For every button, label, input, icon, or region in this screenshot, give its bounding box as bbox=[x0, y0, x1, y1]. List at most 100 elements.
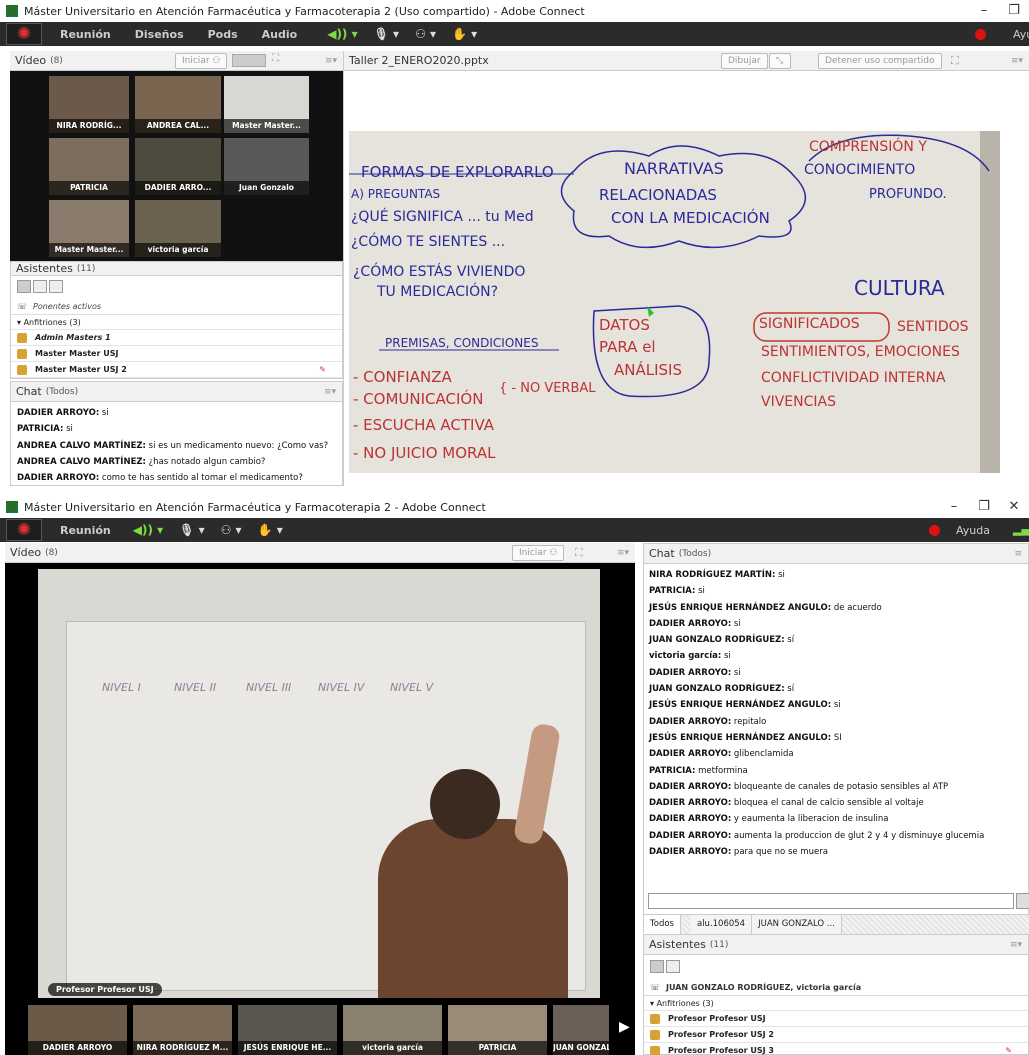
video-thumbnail[interactable]: victoria garcía bbox=[343, 1005, 442, 1055]
connect-logo-icon[interactable]: ✺ bbox=[6, 23, 42, 45]
microphone-icon[interactable]: 🎙 ▾ bbox=[179, 523, 204, 537]
chat-message: DADIER ARROYO: glibenclamida bbox=[649, 749, 794, 760]
list-view-icon[interactable] bbox=[17, 280, 31, 293]
grid-view-icon[interactable] bbox=[33, 280, 47, 293]
edit-icon[interactable]: ✎ bbox=[319, 365, 326, 374]
hosts-group-header[interactable]: ▾ Anfitriones (3) bbox=[11, 314, 342, 330]
tab-private-chat[interactable]: alu.106054 bbox=[690, 915, 753, 934]
attendee-row[interactable]: Admin Masters 1 bbox=[11, 330, 342, 346]
menu-audio[interactable]: Audio bbox=[262, 28, 298, 41]
menu-meeting[interactable]: Reunión bbox=[60, 524, 111, 537]
restore-icon[interactable]: ❐ bbox=[999, 0, 1029, 22]
video-tile[interactable]: ANDREA CAL... bbox=[135, 76, 221, 133]
hosts-group-header[interactable]: ▾ Anfitriones (3) bbox=[644, 995, 1028, 1011]
adobe-connect-icon bbox=[6, 501, 18, 513]
attendee-row[interactable]: Profesor Profesor USJ bbox=[644, 1011, 1028, 1027]
video-thumbnail[interactable]: DADIER ARROYO bbox=[28, 1005, 127, 1055]
video-tile[interactable]: Juan Gonzalo bbox=[224, 138, 309, 195]
pod-menu-icon[interactable]: ≡ bbox=[1014, 549, 1022, 559]
recording-indicator-icon[interactable] bbox=[929, 525, 940, 536]
menu-meeting[interactable]: Reunión bbox=[60, 28, 111, 41]
top-attendees-pod: Asistentes (11) ☏ Ponentes activos ▾ Anfi… bbox=[10, 261, 343, 379]
board-text: ANÁLISIS bbox=[614, 361, 682, 379]
board-text: VIVENCIAS bbox=[761, 394, 836, 410]
pod-menu-icon[interactable]: ≡▾ bbox=[325, 56, 337, 66]
webcam-icon[interactable]: ⚇ ▾ bbox=[415, 27, 436, 41]
raise-hand-icon[interactable]: ✋ ▾ bbox=[258, 523, 283, 537]
start-webcam-button[interactable]: Iniciar ⚇ bbox=[175, 53, 228, 69]
attendee-row[interactable]: Profesor Profesor USJ 3 ✎ bbox=[644, 1043, 1028, 1055]
help-menu[interactable]: Ayu bbox=[1013, 28, 1029, 41]
send-message-icon[interactable] bbox=[1016, 893, 1029, 909]
bottom-attendees-pod: Asistentes (11) ≡▾ ☏ JUAN GONZALO RODRÍGU… bbox=[643, 934, 1029, 1055]
pod-menu-icon[interactable]: ≡▾ bbox=[617, 548, 629, 558]
attendees-pod-header: Asistentes (11) bbox=[11, 262, 342, 276]
chat-message: JESÚS ENRIQUE HERNÁNDEZ ANGULO: de acuer… bbox=[649, 602, 882, 613]
webcam-icon[interactable]: ⚇ ▾ bbox=[221, 523, 242, 537]
chat-input[interactable] bbox=[648, 893, 1014, 909]
video-count: (8) bbox=[45, 547, 58, 558]
speaker-icon[interactable]: ◀)) ▾ bbox=[133, 523, 163, 537]
sort-icon[interactable] bbox=[49, 280, 63, 293]
fullscreen-icon[interactable]: ⛶ bbox=[272, 53, 279, 64]
microphone-icon[interactable]: 🎙 ▾ bbox=[374, 27, 399, 41]
next-thumbnails-icon[interactable]: ▶ bbox=[619, 1019, 630, 1035]
video-tile[interactable]: victoria garcía bbox=[135, 200, 221, 257]
video-tile[interactable]: PATRICIA bbox=[49, 138, 129, 195]
bottom-titlebar: Máster Universitario en Atención Farmacé… bbox=[0, 496, 1029, 518]
video-thumbnail[interactable]: JESÚS ENRIQUE HE... bbox=[238, 1005, 337, 1055]
pointer-icon[interactable]: ⤡ bbox=[769, 53, 791, 69]
video-tile[interactable]: NIRA RODRÍG... bbox=[49, 76, 129, 133]
chat-message: DADIER ARROYO: bloqueante de canales de … bbox=[649, 781, 949, 792]
stop-sharing-button[interactable]: Detener uso compartido bbox=[818, 53, 942, 69]
connect-logo-icon[interactable]: ✺ bbox=[6, 519, 42, 541]
video-tile-label: PATRICIA bbox=[49, 181, 129, 195]
board-text: CON LA MEDICACIÓN bbox=[611, 209, 770, 227]
board-text: - COMUNICACIÓN bbox=[353, 390, 484, 408]
raise-hand-icon[interactable]: ✋ ▾ bbox=[452, 27, 477, 41]
board-text: A) PREGUNTAS bbox=[351, 187, 441, 201]
video-tile[interactable]: Master Master... bbox=[49, 200, 129, 257]
video-thumbnail[interactable]: PATRICIA bbox=[448, 1005, 547, 1055]
start-webcam-button[interactable]: Iniciar ⚇ bbox=[512, 545, 565, 561]
video-thumbnail[interactable]: JUAN GONZAL... bbox=[553, 1005, 609, 1055]
board-text: DATOS bbox=[599, 316, 650, 334]
video-count: (8) bbox=[50, 55, 63, 66]
restore-icon[interactable]: ❐ bbox=[969, 496, 999, 518]
attendees-title: Asistentes bbox=[16, 262, 73, 275]
pod-menu-icon[interactable]: ≡▾ bbox=[1011, 56, 1023, 66]
board-column-label: NIVEL I bbox=[102, 681, 141, 694]
chat-title: Chat bbox=[16, 385, 42, 398]
attendee-row[interactable]: Master Master USJ 2 ✎ bbox=[11, 362, 342, 378]
video-tile-label: victoria garcía bbox=[135, 243, 221, 257]
menu-pods[interactable]: Pods bbox=[208, 28, 238, 41]
chat-scope: (Todos) bbox=[678, 548, 712, 559]
close-icon[interactable]: ✕ bbox=[999, 496, 1029, 518]
sort-icon[interactable] bbox=[666, 960, 680, 973]
fullscreen-icon[interactable]: ⛶ bbox=[575, 546, 583, 560]
top-window: Máster Universitario en Atención Farmacé… bbox=[0, 0, 1029, 486]
minimize-icon[interactable]: – bbox=[939, 496, 969, 518]
main-video-feed[interactable]: NIVEL I NIVEL II NIVEL III NIVEL IV NIVE… bbox=[38, 569, 600, 998]
board-columns: NIVEL I NIVEL II NIVEL III NIVEL IV NIVE… bbox=[102, 681, 450, 694]
video-tile[interactable]: DADIER ARRO... bbox=[135, 138, 221, 195]
grid-layout-icon[interactable] bbox=[232, 54, 266, 67]
video-tile[interactable]: Master Master... bbox=[224, 76, 309, 133]
fullscreen-icon[interactable]: ⛶ bbox=[951, 54, 959, 68]
edit-icon[interactable]: ✎ bbox=[1005, 1046, 1012, 1055]
speaker-icon[interactable]: ◀)) ▾ bbox=[327, 27, 357, 41]
video-thumbnail[interactable]: NIRA RODRÍGUEZ M... bbox=[133, 1005, 232, 1055]
recording-indicator-icon[interactable] bbox=[975, 29, 986, 40]
help-menu[interactable]: Ayuda bbox=[956, 524, 990, 537]
pod-menu-icon[interactable]: ≡▾ bbox=[324, 387, 336, 397]
minimize-icon[interactable]: – bbox=[969, 0, 999, 22]
attendee-row[interactable]: Master Master USJ bbox=[11, 346, 342, 362]
phone-icon: ☏ bbox=[17, 301, 28, 311]
attendee-row[interactable]: Profesor Profesor USJ 2 bbox=[644, 1027, 1028, 1043]
tab-everyone[interactable]: Todos bbox=[644, 915, 681, 934]
draw-button[interactable]: Dibujar bbox=[721, 53, 768, 69]
menu-layouts[interactable]: Diseños bbox=[135, 28, 184, 41]
list-view-icon[interactable] bbox=[650, 960, 664, 973]
pod-menu-icon[interactable]: ≡▾ bbox=[1010, 940, 1022, 950]
tab-private-chat[interactable]: JUAN GONZALO ... bbox=[752, 915, 842, 934]
